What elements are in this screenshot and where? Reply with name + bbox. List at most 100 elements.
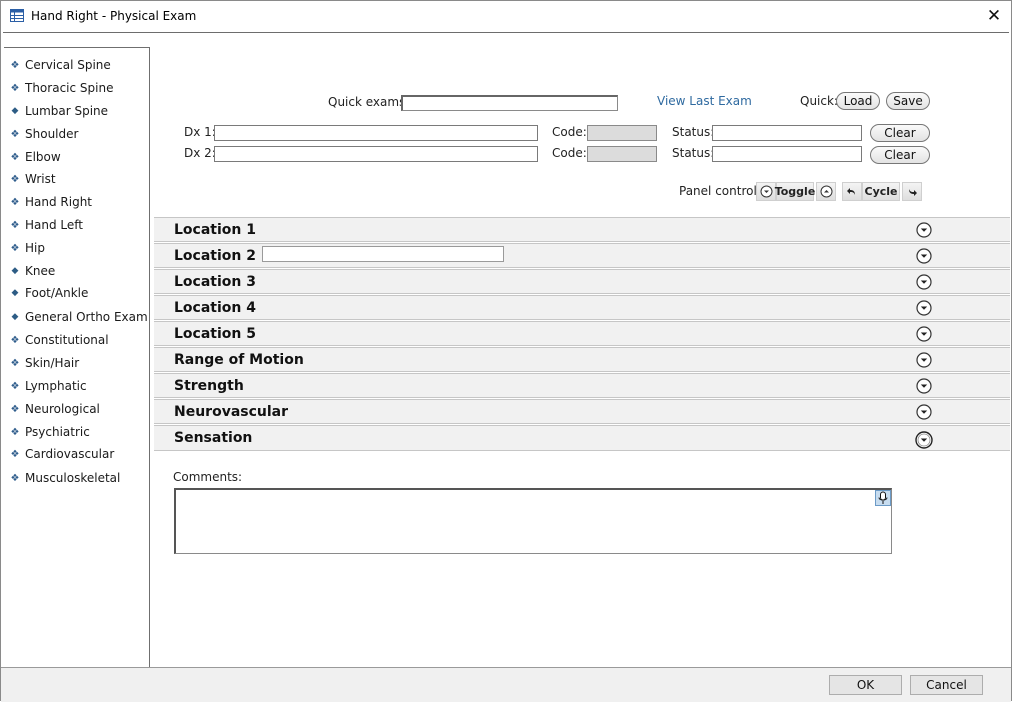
sidebar-item-label: Hand Right (25, 195, 93, 209)
sidebar-item-psychiatric[interactable]: ❖ Psychiatric (9, 423, 90, 441)
sidebar-item-label: Wrist (25, 172, 56, 186)
sidebar-item-cardiovascular[interactable]: ❖ Cardiovascular (9, 445, 115, 463)
bullet-icon: ◆ (11, 288, 19, 298)
dx1-clear-button[interactable]: Clear (870, 124, 930, 142)
expand-all-button[interactable] (756, 182, 776, 201)
comments-label: Comments: (173, 470, 243, 484)
bullet-icon: ❖ (10, 128, 20, 140)
chevron-down-circle-icon[interactable] (916, 378, 932, 394)
collapse-all-button[interactable] (816, 182, 836, 201)
chevron-down-circle-icon[interactable] (916, 222, 932, 238)
bullet-icon: ❖ (10, 334, 20, 346)
sidebar-item-label: Thoracic Spine (25, 81, 114, 95)
bullet-icon: ❖ (10, 403, 20, 415)
sidebar-item-skin-hair[interactable]: ❖ Skin/Hair (9, 354, 80, 372)
panel-title: Strength (174, 378, 244, 394)
dx1-input[interactable] (214, 125, 538, 141)
comments-textarea[interactable] (174, 488, 892, 554)
ok-button[interactable]: OK (829, 675, 902, 695)
bullet-icon: ❖ (10, 242, 20, 254)
sidebar-item-label: Psychiatric (25, 425, 90, 439)
sidebar-item-cervical-spine[interactable]: ❖ Cervical Spine (9, 56, 111, 74)
chevron-down-circle-icon[interactable] (916, 326, 932, 342)
panel-title: Location 5 (174, 326, 256, 342)
toggle-panels-button[interactable]: Toggle (775, 182, 815, 201)
sidebar-item-lymphatic[interactable]: ❖ Lymphatic (9, 377, 87, 395)
sidebar-item-elbow[interactable]: ❖ Elbow (9, 148, 61, 166)
chevron-up-circle-icon (820, 185, 832, 198)
close-icon[interactable]: ✕ (983, 5, 1005, 27)
sidebar-item-foot-ankle[interactable]: ◆ Foot/Ankle (9, 284, 89, 302)
dx1-code-label: Code: (552, 125, 587, 139)
panel-title: Location 1 (174, 222, 256, 238)
sidebar-item-label: Cervical Spine (25, 58, 111, 72)
dx2-clear-button[interactable]: Clear (870, 146, 930, 164)
panel-neurovascular[interactable]: Neurovascular (154, 399, 1010, 424)
sidebar-item-hand-left[interactable]: ❖ Hand Left (9, 216, 83, 234)
panel-sensation[interactable]: Sensation (154, 425, 1010, 451)
sidebar-item-label: Lumbar Spine (25, 104, 109, 118)
panel-title: Sensation (174, 430, 253, 446)
sidebar-item-label: Knee (25, 264, 56, 278)
sidebar-item-hip[interactable]: ❖ Hip (9, 239, 45, 257)
window-title: Hand Right - Physical Exam (31, 9, 197, 23)
chevron-down-circle-icon[interactable] (916, 300, 932, 316)
dx2-label: Dx 2: (184, 146, 216, 160)
dx1-label: Dx 1: (184, 125, 216, 139)
title-divider (3, 32, 1009, 33)
quick-exams-label: Quick exams: (328, 95, 410, 109)
chevron-down-circle-icon[interactable] (915, 431, 933, 449)
chevron-down-circle-icon[interactable] (916, 248, 932, 264)
panel-strength[interactable]: Strength (154, 373, 1010, 398)
sidebar-item-constitutional[interactable]: ❖ Constitutional (9, 331, 109, 349)
bullet-icon: ❖ (10, 151, 20, 163)
bullet-icon: ◆ (11, 106, 19, 116)
cycle-back-button[interactable] (842, 182, 862, 201)
sidebar-item-wrist[interactable]: ❖ Wrist (9, 170, 56, 188)
location-2-input[interactable] (262, 246, 504, 262)
sidebar-item-general-ortho-exam[interactable]: ◆ General Ortho Exam (9, 308, 148, 326)
redo-arrow-icon (909, 188, 917, 196)
cycle-forward-button[interactable] (902, 182, 922, 201)
bullet-icon: ❖ (10, 472, 20, 484)
sidebar-item-label: Hip (25, 241, 45, 255)
cancel-button[interactable]: Cancel (910, 675, 983, 695)
dx2-input[interactable] (214, 146, 538, 162)
panel-location-2[interactable]: Location 2 (154, 243, 1010, 268)
sidebar-item-thoracic-spine[interactable]: ❖ Thoracic Spine (9, 79, 114, 97)
sidebar-item-knee[interactable]: ◆ Knee (9, 262, 56, 280)
dx1-status-input[interactable] (712, 125, 862, 141)
quick-load-button[interactable]: Load (836, 92, 880, 110)
chevron-down-circle-icon[interactable] (916, 274, 932, 290)
dx2-code-field (587, 146, 657, 162)
panel-location-4[interactable]: Location 4 (154, 295, 1010, 320)
panel-location-3[interactable]: Location 3 (154, 269, 1010, 294)
panel-location-1[interactable]: Location 1 (154, 217, 1010, 242)
sidebar-item-label: Foot/Ankle (25, 286, 89, 300)
panel-range-of-motion[interactable]: Range of Motion (154, 347, 1010, 372)
bullet-icon: ◆ (11, 266, 19, 276)
panel-title: Location 2 (174, 248, 256, 264)
bullet-icon: ❖ (10, 357, 20, 369)
chevron-down-circle-icon[interactable] (916, 352, 932, 368)
sidebar-item-shoulder[interactable]: ❖ Shoulder (9, 125, 79, 143)
dictation-microphone-button[interactable] (875, 490, 891, 506)
bullet-icon: ❖ (10, 59, 20, 71)
sidebar-item-label: Skin/Hair (25, 356, 80, 370)
cycle-panels-button[interactable]: Cycle (862, 182, 900, 201)
sidebar-item-lumbar-spine[interactable]: ◆ Lumbar Spine (9, 102, 109, 120)
sidebar-item-hand-right[interactable]: ❖ Hand Right (9, 193, 93, 211)
sidebar-item-label: Hand Left (25, 218, 83, 232)
dx2-status-input[interactable] (712, 146, 862, 162)
sidebar-item-label: Shoulder (25, 127, 79, 141)
sidebar-item-neurological[interactable]: ❖ Neurological (9, 400, 100, 418)
panel-title: Location 4 (174, 300, 256, 316)
panel-location-5[interactable]: Location 5 (154, 321, 1010, 346)
quick-save-button[interactable]: Save (886, 92, 930, 110)
sidebar-item-musculoskeletal[interactable]: ❖ Musculoskeletal (9, 469, 121, 487)
table-window-icon (10, 9, 24, 22)
quick-exams-input[interactable] (401, 95, 618, 111)
view-last-exam-link[interactable]: View Last Exam (657, 94, 752, 108)
sidebar-item-label: Lymphatic (25, 379, 87, 393)
chevron-down-circle-icon[interactable] (916, 404, 932, 420)
